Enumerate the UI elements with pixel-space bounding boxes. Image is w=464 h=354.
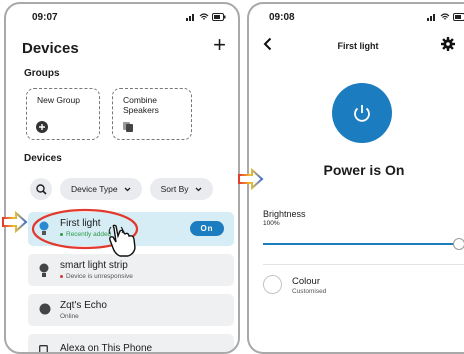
- new-group-card[interactable]: New Group: [26, 88, 100, 140]
- status-icons: [186, 13, 226, 21]
- search-button[interactable]: [30, 178, 52, 200]
- devices-screen: 09:07 Devices + Groups New Group Combine…: [4, 2, 240, 354]
- battery-icon: [212, 13, 226, 21]
- groups-heading: Groups: [24, 68, 60, 79]
- tap-hand-icon: [108, 224, 136, 257]
- device-title: First light: [337, 41, 379, 51]
- device-name: Zqt's Echo: [60, 300, 107, 311]
- add-device-button[interactable]: +: [213, 34, 226, 56]
- echo-speaker-icon: [39, 303, 51, 315]
- colour-value: Customised: [292, 288, 327, 295]
- colour-swatch[interactable]: [263, 275, 282, 294]
- device-row-alexa-phone[interactable]: Alexa on This Phone: [28, 334, 234, 354]
- power-toggle-button[interactable]: On: [190, 221, 224, 236]
- speakers-icon: [123, 122, 133, 132]
- wifi-icon: [440, 13, 450, 20]
- gear-icon[interactable]: [441, 37, 455, 51]
- phone-icon: [39, 345, 48, 352]
- signal-icon: [427, 14, 435, 21]
- status-bar: 09:08: [249, 12, 464, 26]
- status-bar: 09:07: [6, 12, 238, 26]
- divider: [263, 264, 464, 265]
- chevron-down-icon: [124, 187, 131, 191]
- filter-row: Device Type Sort By: [30, 178, 213, 200]
- status-time: 09:07: [32, 12, 58, 23]
- power-status-text: Power is On: [323, 162, 405, 178]
- device-name: Alexa on This Phone: [60, 343, 153, 354]
- sort-by-label: Sort By: [160, 184, 189, 194]
- brightness-label: Brightness: [263, 209, 306, 219]
- device-row-echo[interactable]: Zqt's Echo Online: [28, 294, 234, 326]
- device-detail-screen: 09:08 First light Power is On Brightness…: [247, 2, 464, 354]
- device-type-label: Device Type: [71, 184, 118, 194]
- device-name: smart light strip: [60, 260, 128, 271]
- colour-label: Colour: [292, 276, 320, 287]
- bulb-icon: [39, 263, 49, 277]
- brightness-slider-thumb[interactable]: [453, 238, 464, 250]
- device-type-filter[interactable]: Device Type: [60, 178, 142, 200]
- wifi-icon: [199, 13, 209, 20]
- search-icon: [35, 183, 47, 195]
- page-title: Devices: [22, 40, 79, 57]
- sort-by-filter[interactable]: Sort By: [149, 178, 213, 200]
- group-label: New Group: [37, 95, 80, 105]
- combine-speakers-card[interactable]: Combine Speakers: [112, 88, 192, 140]
- group-label: Combine Speakers: [123, 95, 159, 115]
- status-icons: [427, 13, 464, 21]
- annotation-arrow-right: [238, 168, 264, 190]
- power-icon: [354, 105, 370, 122]
- status-time: 09:08: [269, 12, 295, 23]
- annotation-arrow-left: [2, 211, 28, 233]
- battery-icon: [453, 13, 464, 21]
- brightness-value: 100%: [263, 220, 280, 227]
- chevron-down-icon: [195, 187, 201, 191]
- signal-icon: [186, 14, 194, 21]
- plus-circle-icon: [36, 121, 48, 133]
- device-status: Device is unresponsive: [60, 273, 234, 280]
- power-button[interactable]: [332, 83, 392, 143]
- device-row-smart-light-strip[interactable]: smart light strip Device is unresponsive: [28, 254, 234, 286]
- brightness-slider[interactable]: [263, 238, 464, 250]
- device-status: Online: [60, 313, 79, 320]
- devices-heading: Devices: [24, 153, 62, 164]
